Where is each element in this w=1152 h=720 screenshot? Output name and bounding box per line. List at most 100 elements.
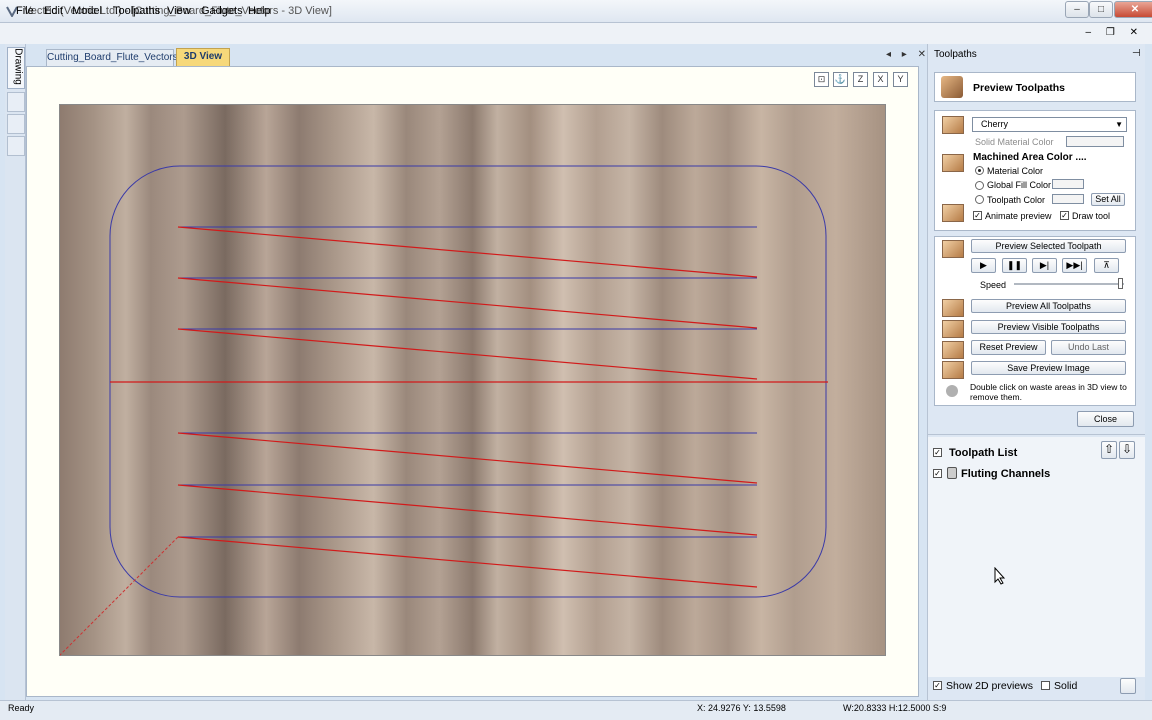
- cursor-coordinates: X: 24.9276 Y: 13.5598: [697, 703, 786, 713]
- material-icon: [942, 116, 964, 134]
- set-all-button[interactable]: Set All: [1091, 193, 1125, 206]
- view-x-icon[interactable]: X: [873, 72, 888, 87]
- drawing-tab-label: Drawing: [12, 48, 24, 85]
- document-window-controls[interactable]: – ❐ ✕: [1086, 27, 1144, 38]
- menu-gadgets[interactable]: Gadgets: [201, 5, 243, 17]
- material-color-radio[interactable]: [975, 166, 984, 175]
- save-preview-image-button[interactable]: Save Preview Image: [971, 361, 1126, 375]
- toolpath-list-checkbox[interactable]: ✓: [933, 448, 942, 457]
- iso-view-icon[interactable]: ⚓: [833, 72, 848, 87]
- solid-checkbox[interactable]: [1041, 681, 1050, 690]
- tab-3d-view[interactable]: 3D View: [176, 48, 230, 66]
- move-down-icon[interactable]: ⇩: [1119, 441, 1135, 459]
- preview-visible-button[interactable]: Preview Visible Toolpaths: [971, 320, 1126, 334]
- menu-help[interactable]: Help: [248, 5, 271, 17]
- plunge-line: [60, 536, 179, 656]
- save-image-icon: [942, 361, 964, 379]
- wood-material-preview[interactable]: [59, 104, 886, 656]
- view-z-icon[interactable]: Z: [853, 72, 868, 87]
- toolpath-color-radio[interactable]: [975, 195, 984, 204]
- machined-area-icon: [942, 154, 964, 172]
- toolpath-preview-svg: [60, 165, 828, 656]
- fluting-channels-checkbox[interactable]: ✓: [933, 469, 942, 478]
- toolpath-list-header: Toolpath List: [949, 447, 1018, 459]
- play-button[interactable]: ▶: [971, 258, 996, 273]
- flute-toolpath: [177, 432, 758, 484]
- menu-edit[interactable]: Edit: [44, 5, 63, 17]
- global-fill-radio[interactable]: [975, 181, 984, 190]
- chevron-down-icon: ▼: [1115, 120, 1123, 129]
- show-2d-previews-label: Show 2D previews: [946, 680, 1033, 692]
- animate-preview-label: Animate preview: [985, 211, 1052, 221]
- menu-file[interactable]: File: [16, 5, 34, 17]
- top-view-button[interactable]: ⊼: [1094, 258, 1119, 273]
- menu-model[interactable]: Model: [72, 5, 102, 17]
- material-value: Cherry: [981, 119, 1009, 129]
- minimize-button[interactable]: –: [1065, 1, 1089, 18]
- side-strip-slot: [7, 92, 25, 112]
- animate-preview-checkbox[interactable]: ✓: [973, 211, 982, 220]
- material-color-label: Material Color: [987, 166, 1044, 176]
- side-strip-slot: [7, 114, 25, 134]
- drawing-side-tab[interactable]: Drawing: [7, 47, 25, 89]
- global-fill-label: Global Fill Color: [987, 180, 1052, 190]
- flute-toolpath: [177, 484, 758, 536]
- close-window-button[interactable]: ✕: [1114, 1, 1152, 18]
- preview-all-button[interactable]: Preview All Toolpaths: [971, 299, 1126, 313]
- toolpath-color-label: Toolpath Color: [987, 195, 1046, 205]
- menu-toolpaths[interactable]: Toolpaths: [113, 5, 160, 17]
- material-dropdown[interactable]: Cherry ▼: [972, 117, 1127, 132]
- draw-tool-checkbox[interactable]: ✓: [1060, 211, 1069, 220]
- panel-title: Toolpaths: [934, 49, 977, 60]
- toolpath-summary-icon[interactable]: [1120, 678, 1136, 694]
- show-2d-previews-checkbox[interactable]: ✓: [933, 681, 942, 690]
- material-dimensions: W:20.8333 H:12.5000 S:9: [843, 703, 947, 713]
- flute-toolpath: [177, 277, 758, 329]
- flute-toolpath: [177, 226, 758, 278]
- speed-slider-track[interactable]: [1014, 283, 1124, 285]
- menu-view[interactable]: View: [167, 5, 191, 17]
- all-toolpaths-icon: [942, 299, 964, 317]
- tab-cutting-board-vectors[interactable]: Cutting_Board_Flute_Vectors: [46, 49, 178, 66]
- fluting-channels-item[interactable]: Fluting Channels: [961, 468, 1050, 480]
- selected-toolpath-icon: [942, 240, 964, 258]
- machined-area-label: Machined Area Color ....: [973, 152, 1087, 163]
- solid-material-color-label: Solid Material Color: [975, 137, 1054, 147]
- pause-button[interactable]: ❚❚: [1002, 258, 1027, 273]
- undo-last-button[interactable]: Undo Last: [1051, 340, 1126, 355]
- global-fill-swatch[interactable]: [1052, 179, 1084, 189]
- menu-bar: [0, 23, 1152, 44]
- solid-label: Solid: [1054, 680, 1078, 692]
- tab-navigation[interactable]: ◂ ▸ ✕: [886, 49, 930, 60]
- waste-area-hint: Double click on waste areas in 3D view t…: [970, 382, 1127, 402]
- skip-end-button[interactable]: ▶▶|: [1062, 258, 1087, 273]
- side-strip-slot: [7, 136, 25, 156]
- step-button[interactable]: ▶|: [1032, 258, 1057, 273]
- status-ready: Ready: [8, 703, 35, 713]
- reset-icon: [942, 341, 964, 359]
- reset-preview-button[interactable]: Reset Preview: [971, 340, 1046, 355]
- maximize-button[interactable]: □: [1089, 1, 1113, 18]
- speed-label: Speed: [980, 280, 1007, 290]
- preview-toolpaths-icon: [941, 76, 963, 98]
- zoom-extents-icon[interactable]: ⊡: [814, 72, 829, 87]
- flute-toolpath: [177, 328, 758, 380]
- waste-area-icon: [946, 385, 958, 397]
- solid-color-swatch[interactable]: [1066, 136, 1124, 147]
- status-bar: [0, 700, 1152, 720]
- flute-toolpaths: [177, 226, 758, 588]
- close-button[interactable]: Close: [1077, 411, 1134, 427]
- toolpath-color-swatch[interactable]: [1052, 194, 1084, 204]
- animate-icon: [942, 204, 964, 222]
- flute-toolpath: [177, 536, 758, 588]
- toolpath-type-icon: [947, 467, 957, 479]
- pin-icon[interactable]: ⊣: [1132, 48, 1141, 59]
- mouse-cursor-icon: [994, 566, 1006, 588]
- view-y-icon[interactable]: Y: [893, 72, 908, 87]
- move-up-icon[interactable]: ⇧: [1101, 441, 1117, 459]
- preview-selected-button[interactable]: Preview Selected Toolpath: [971, 239, 1126, 253]
- visible-toolpaths-icon: [942, 320, 964, 338]
- speed-slider-thumb[interactable]: [1118, 278, 1123, 289]
- preview-toolpaths-title: Preview Toolpaths: [973, 82, 1065, 94]
- draw-tool-label: Draw tool: [1072, 211, 1111, 221]
